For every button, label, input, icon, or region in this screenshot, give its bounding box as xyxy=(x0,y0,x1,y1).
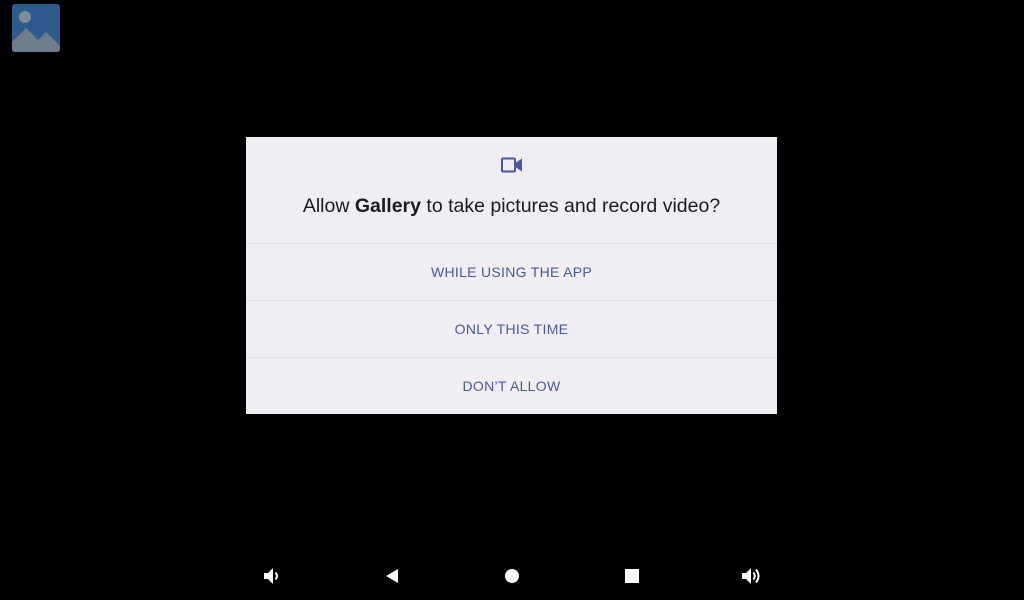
only-this-time-button[interactable]: ONLY THIS TIME xyxy=(246,301,777,357)
videocam-icon xyxy=(246,157,777,177)
dialog-title: Allow Gallery to take pictures and recor… xyxy=(246,194,777,218)
back-icon[interactable] xyxy=(380,564,404,588)
navigation-bar xyxy=(0,552,1024,600)
recents-icon[interactable] xyxy=(620,564,644,588)
gallery-app-icon xyxy=(12,4,60,52)
home-icon[interactable] xyxy=(500,564,524,588)
dont-allow-button[interactable]: DON’T ALLOW xyxy=(246,358,777,414)
volume-down-icon[interactable] xyxy=(260,564,284,588)
while-using-app-button[interactable]: WHILE USING THE APP xyxy=(246,244,777,300)
dialog-title-prefix: Allow xyxy=(302,195,355,217)
volume-up-icon[interactable] xyxy=(740,564,764,588)
dialog-title-suffix: to take pictures and record video? xyxy=(420,195,721,217)
permission-dialog: Allow Gallery to take pictures and recor… xyxy=(246,137,777,414)
screen: Allow Gallery to take pictures and recor… xyxy=(0,0,1024,600)
dialog-title-app: Gallery xyxy=(354,195,421,217)
